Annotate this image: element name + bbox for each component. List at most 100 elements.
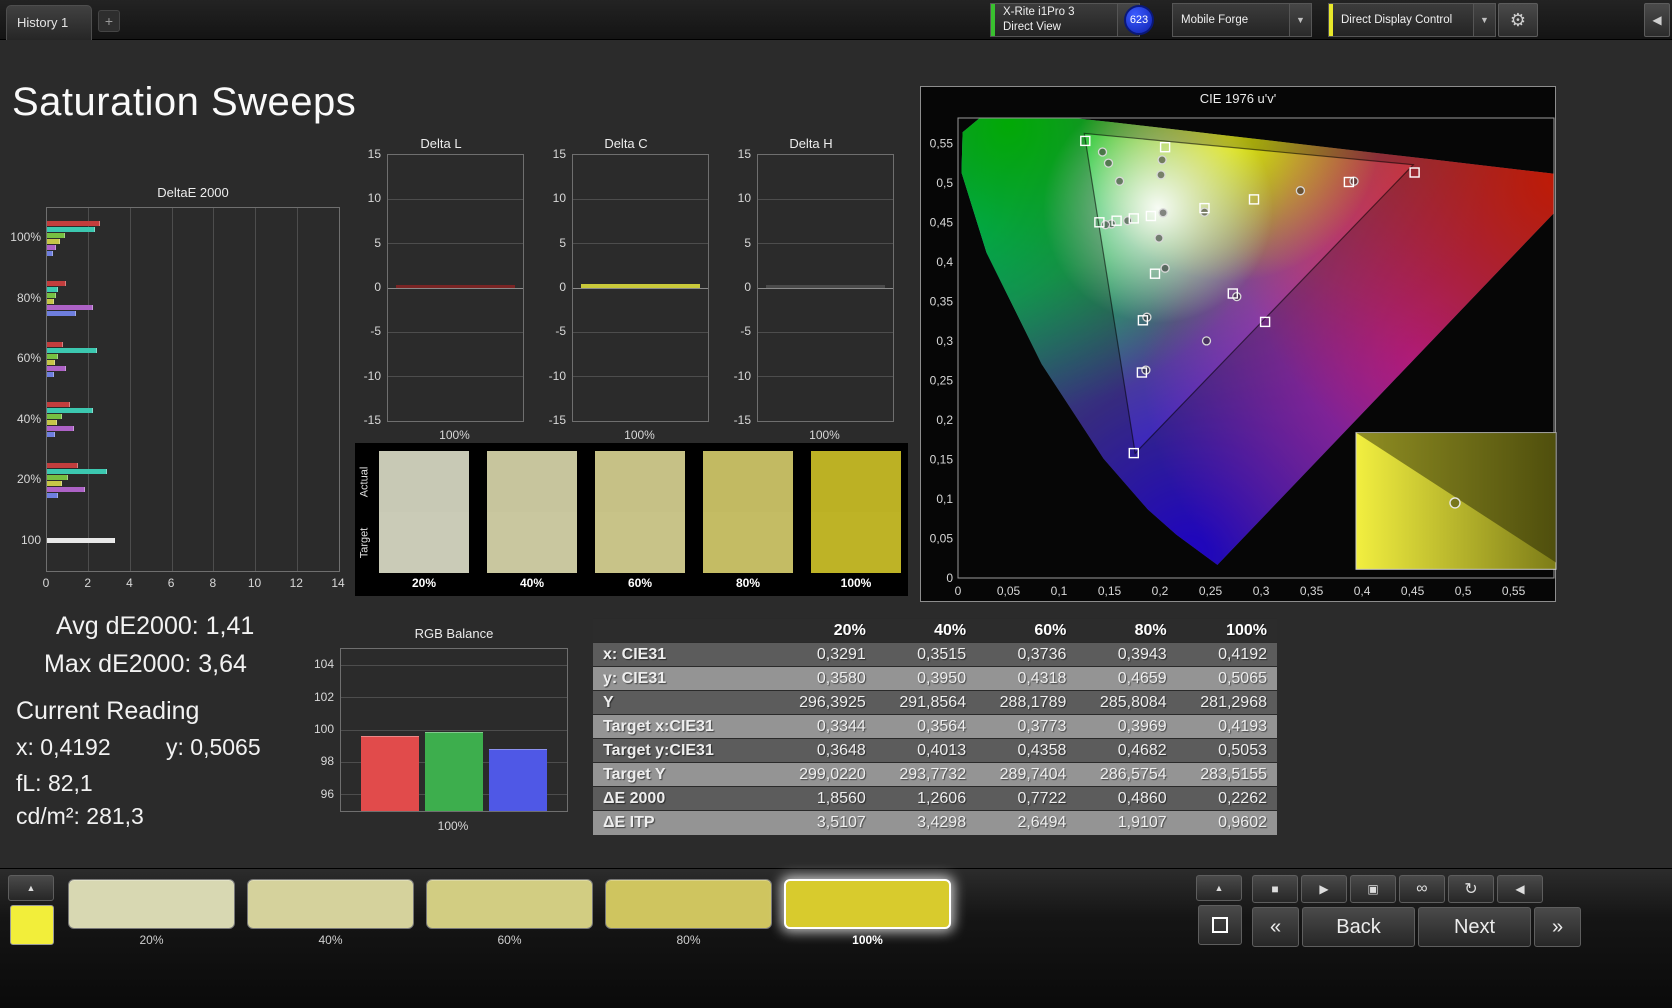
source-dropdown[interactable]: Mobile Forge ▼ [1172, 3, 1312, 37]
de2000-bar [47, 474, 68, 480]
de2000-bar [47, 462, 79, 468]
de2000-bar [47, 486, 85, 492]
cell-value: 291,8564 [875, 690, 977, 715]
chart-title: DeltaE 2000 [157, 185, 229, 200]
column-header: 20% [775, 618, 876, 643]
chart-title: CIE 1976 u'v' [1199, 91, 1277, 106]
display-control-dropdown[interactable]: Direct Display Control ▼ [1328, 3, 1496, 37]
x-tick-label: 8 [209, 576, 217, 590]
svg-text:0,35: 0,35 [930, 294, 954, 308]
previous-button[interactable]: ◀ [1497, 875, 1543, 903]
expand-right-button[interactable]: ▲ [1196, 875, 1242, 901]
meter-line1: X-Rite i1Pro 3 [1003, 6, 1075, 19]
stop-button[interactable]: ■ [1252, 875, 1298, 903]
gridline [758, 243, 893, 245]
table-row: Target Y 299,0220 293,7732 289,7404 286,5754… [593, 762, 1277, 787]
session-count-badge[interactable]: 623 [1124, 5, 1154, 35]
expand-left-button[interactable]: ▲ [8, 875, 54, 901]
svg-text:0: 0 [955, 584, 962, 598]
red-bar [361, 736, 419, 811]
saturation-swatch-button[interactable] [784, 879, 951, 929]
y-tick-label: -15 [548, 413, 566, 427]
actual-swatch [811, 451, 901, 512]
bottom-bar: ▲ 20% 40% 60% 80% 100% ▲ ■ ▶ ▣ ∞ ↻ ◀ « Back Next … [0, 868, 1672, 1008]
saturation-swatch-button[interactable] [605, 879, 772, 929]
next-button[interactable]: Next [1418, 907, 1531, 947]
back-chevron-button[interactable]: « [1252, 907, 1299, 947]
plot-area [46, 207, 340, 572]
gridline [573, 243, 708, 245]
swatch-label: 40% [519, 576, 545, 590]
cell-value: 0,3580 [775, 666, 876, 691]
add-tab-button[interactable]: + [98, 10, 120, 32]
current-x-value: x: 0,4192 [16, 734, 111, 760]
de2000-bar [47, 232, 65, 238]
current-color-chip[interactable] [10, 905, 54, 945]
y-tick-label: -5 [370, 324, 381, 339]
source-label: Mobile Forge [1181, 13, 1249, 26]
saturation-swatch-button[interactable] [426, 879, 593, 929]
cell-value: 0,3773 [976, 714, 1077, 739]
svg-text:0,35: 0,35 [1300, 584, 1324, 598]
next-chevron-button[interactable]: » [1534, 907, 1581, 947]
y-tick-label: 0 [374, 280, 381, 294]
y-tick-label: 100 [313, 722, 334, 736]
delta-c-chart: Delta C 15 10 5 0 -5 -10 -15 100% [542, 136, 710, 448]
cell-value: 0,3515 [875, 642, 977, 667]
y-tick-label: 96 [320, 786, 334, 801]
cell-value: 0,3648 [775, 738, 876, 763]
chevron-down-icon[interactable]: ▼ [1473, 4, 1495, 36]
table-row: Target x:CIE31 0,3344 0,3564 0,3773 0,3969 0,… [593, 714, 1277, 739]
settings-button[interactable]: ⚙ [1498, 3, 1538, 37]
cell-value: 3,4298 [875, 810, 977, 835]
save-button[interactable]: ▣ [1350, 875, 1396, 903]
meter-dropdown[interactable]: X-Rite i1Pro 3 Direct View ▼ [990, 3, 1140, 37]
svg-text:0,5: 0,5 [936, 176, 953, 190]
refresh-button[interactable]: ↻ [1448, 875, 1494, 903]
y-tick-label: 5 [374, 235, 381, 250]
x-tick-label: 14 [331, 576, 345, 590]
cell-value: 0,4013 [875, 738, 977, 763]
de2000-bar [47, 220, 101, 226]
actual-swatch [595, 451, 685, 512]
gridline [758, 198, 893, 200]
continuous-button[interactable]: ∞ [1399, 875, 1445, 903]
tab-history-1[interactable]: History 1 [6, 5, 92, 40]
chart-title: RGB Balance [414, 626, 494, 641]
cell-value: 1,8560 [775, 786, 876, 811]
target-swatch [379, 512, 469, 573]
de2000-bar [47, 238, 60, 244]
blue-bar [489, 749, 547, 811]
next-label: Next [1453, 915, 1496, 938]
play-button[interactable]: ▶ [1301, 875, 1347, 903]
swatch-button-label: 100% [852, 933, 883, 947]
chevrons-left-icon: « [1269, 915, 1282, 938]
back-button[interactable]: Back [1302, 907, 1415, 947]
svg-text:0,05: 0,05 [997, 584, 1021, 598]
chevron-down-icon[interactable]: ▼ [1289, 4, 1311, 36]
saturation-swatch-button[interactable] [247, 879, 414, 929]
cell-value: 283,5155 [1176, 762, 1277, 787]
cell-value: 0,2262 [1176, 786, 1277, 811]
cell-value: 0,3564 [875, 714, 977, 739]
cell-value: 285,8084 [1076, 690, 1177, 715]
chart-title: Delta C [604, 136, 648, 151]
column-header: 100% [1176, 618, 1277, 643]
y-tick-label: 0 [559, 280, 566, 294]
y-tick-label: 20% [16, 472, 41, 487]
display-window-button[interactable] [1198, 905, 1242, 945]
collapse-button[interactable]: ◀ [1644, 3, 1670, 37]
plot-area [572, 154, 709, 422]
cell-value: 0,4860 [1076, 786, 1177, 811]
cell-value: 0,4318 [976, 666, 1077, 691]
gridline [341, 664, 567, 666]
actual-swatch [703, 451, 793, 512]
rgb-balance-chart: RGB Balance 104 102 100 98 96 100% [293, 626, 585, 840]
target-row-label: Target [358, 527, 371, 558]
meter-line2: Direct View [1003, 21, 1061, 33]
saturation-swatch-button[interactable] [68, 879, 235, 929]
cell-value: 0,3969 [1076, 714, 1177, 739]
table-row: ΔE 2000 1,8560 1,2606 0,7722 0,4860 0,2262 [593, 786, 1277, 811]
actual-swatch [487, 451, 577, 512]
cell-value: 0,4192 [1176, 642, 1277, 667]
